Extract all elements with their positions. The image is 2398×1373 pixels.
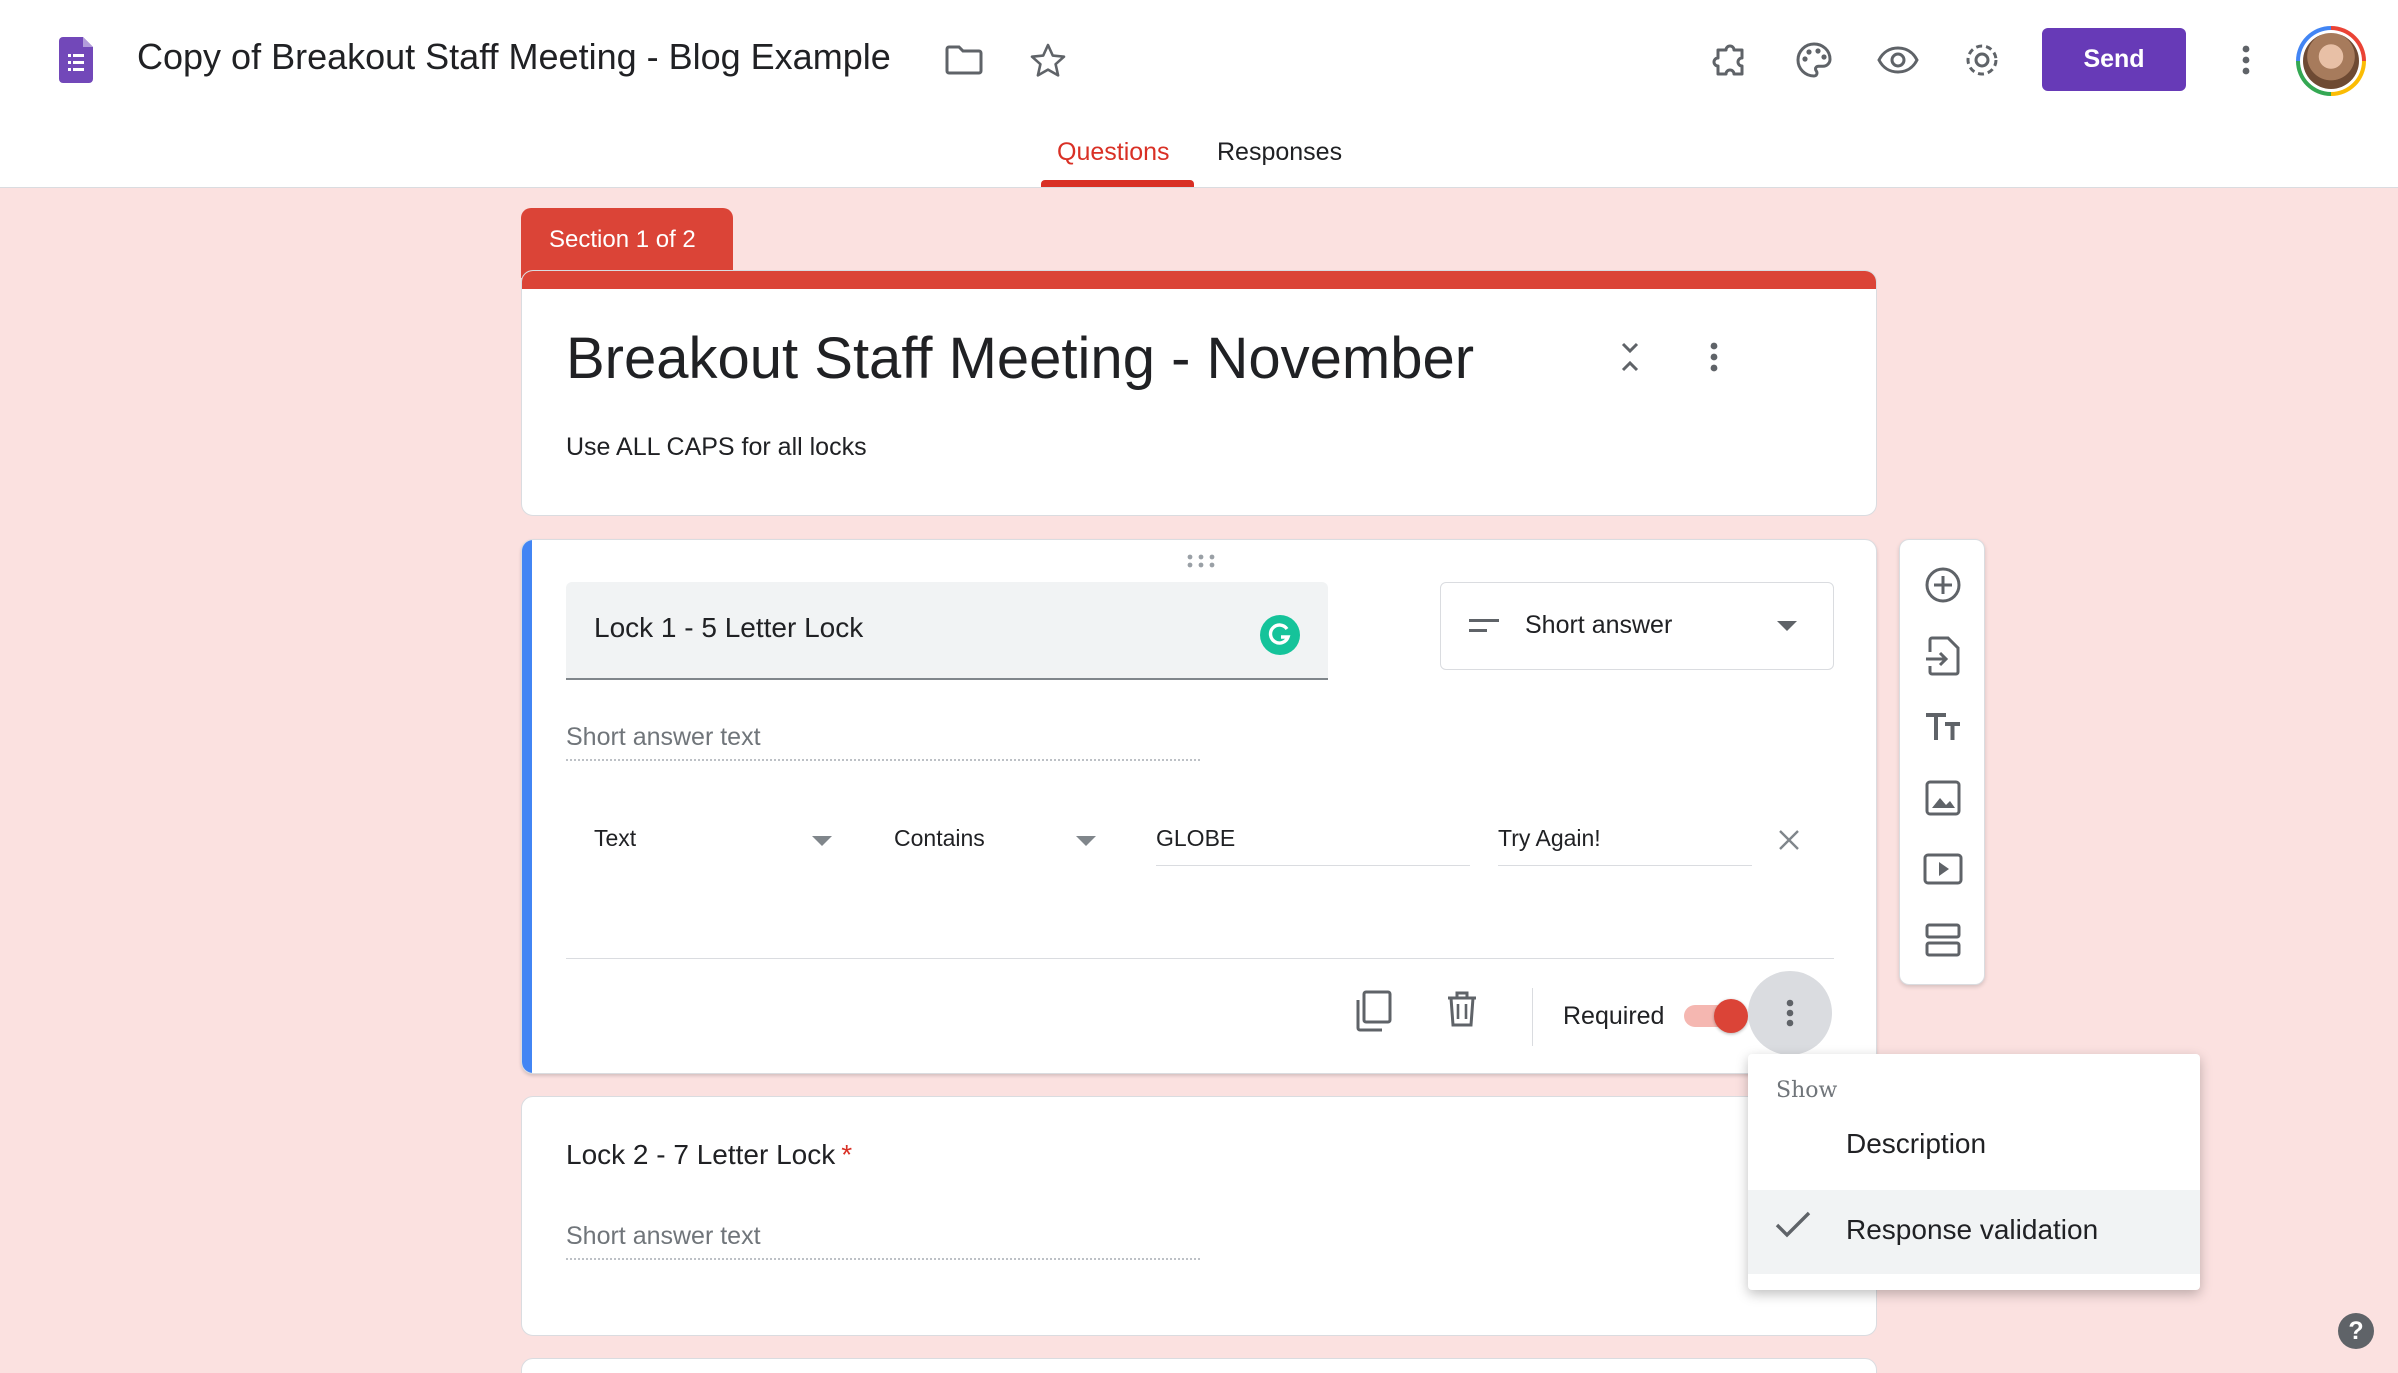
validation-category-select[interactable]: Text (594, 825, 636, 852)
validation-value-underline (1156, 865, 1470, 866)
tab-questions[interactable]: Questions (1057, 138, 1170, 167)
star-icon[interactable] (1018, 30, 1078, 90)
avatar[interactable] (2296, 26, 2366, 96)
section-label: Section 1 of 2 (521, 208, 733, 278)
section-more-icon[interactable] (1684, 327, 1744, 387)
question-type-select[interactable]: Short answer (1440, 582, 1834, 670)
document-title[interactable]: Copy of Breakout Staff Meeting - Blog Ex… (137, 36, 891, 78)
preview-eye-icon[interactable] (1868, 30, 1928, 90)
question-type-label: Short answer (1525, 611, 1673, 639)
question-card-1[interactable]: Lock 1 - 5 Letter Lock Short answer Shor… (521, 539, 1877, 1074)
form-description[interactable]: Use ALL CAPS for all locks (566, 433, 867, 462)
question-title[interactable]: Lock 1 - 5 Letter Lock (594, 612, 863, 644)
more-vert-icon (1786, 999, 1794, 1027)
active-tab-indicator (1041, 180, 1194, 187)
chevron-down-icon (1777, 621, 1797, 631)
question-title[interactable]: Lock 2 - 7 Letter Lock * (566, 1139, 852, 1171)
menu-item-response-validation[interactable]: Response validation (1748, 1190, 2200, 1274)
menu-item-description[interactable]: Description (1748, 1104, 2200, 1188)
form-title-card[interactable]: Breakout Staff Meeting - November Use AL… (521, 270, 1877, 516)
validation-error-underline (1498, 865, 1752, 866)
validation-condition-select[interactable]: Contains (894, 825, 985, 852)
app-header: Copy of Breakout Staff Meeting - Blog Ex… (0, 0, 2398, 188)
side-toolbar (1899, 539, 1985, 985)
add-title-icon[interactable] (1920, 704, 1966, 750)
section-color-bar (522, 271, 1876, 289)
chevron-down-icon[interactable] (812, 836, 832, 846)
add-video-icon[interactable] (1920, 846, 1966, 892)
more-vert-icon[interactable] (2216, 30, 2276, 90)
remove-validation-close-icon[interactable] (1778, 829, 1800, 851)
forms-logo-icon[interactable] (46, 30, 106, 90)
required-label: Required (1563, 1002, 1665, 1030)
menu-header: Show (1776, 1078, 1838, 1103)
validation-error-input[interactable]: Try Again! (1498, 825, 1601, 852)
add-section-icon[interactable] (1920, 917, 1966, 963)
menu-item-label: Description (1846, 1128, 1987, 1159)
question-more-options-button[interactable] (1748, 971, 1832, 1055)
toolbar-separator (1532, 988, 1533, 1046)
collapse-section-icon[interactable] (1600, 327, 1660, 387)
duplicate-icon[interactable] (1354, 990, 1392, 1032)
import-questions-icon[interactable] (1920, 633, 1966, 679)
settings-gear-icon[interactable] (1952, 30, 2012, 90)
add-question-icon[interactable] (1920, 562, 1966, 608)
required-toggle[interactable] (1714, 999, 1748, 1033)
tab-responses[interactable]: Responses (1217, 138, 1342, 167)
short-answer-icon (1469, 617, 1501, 635)
menu-item-label: Response validation (1846, 1214, 2099, 1245)
short-answer-preview: Short answer text (566, 723, 1200, 761)
question-card-3[interactable] (521, 1358, 1877, 1373)
help-icon[interactable]: ? (2338, 1313, 2374, 1349)
checkmark-icon (1774, 1210, 1812, 1240)
question-card-2[interactable]: Lock 2 - 7 Letter Lock * Short answer tex… (521, 1096, 1877, 1336)
question-title-text: Lock 2 - 7 Letter Lock (566, 1139, 836, 1170)
addon-puzzle-icon[interactable] (1700, 30, 1760, 90)
question-footer-divider (566, 958, 1834, 959)
question-title-input[interactable]: Lock 1 - 5 Letter Lock (566, 582, 1328, 680)
active-question-indicator (522, 540, 532, 1073)
drag-handle-icon[interactable] (1186, 554, 1216, 568)
grammarly-icon[interactable] (1260, 615, 1300, 655)
add-image-icon[interactable] (1920, 775, 1966, 821)
form-title[interactable]: Breakout Staff Meeting - November (566, 325, 1474, 392)
short-answer-preview: Short answer text (566, 1222, 1200, 1260)
chevron-down-icon[interactable] (1076, 836, 1096, 846)
palette-icon[interactable] (1784, 30, 1844, 90)
send-button[interactable]: Send (2042, 28, 2186, 91)
required-asterisk: * (841, 1139, 853, 1170)
show-options-menu: Show Description Response validation (1748, 1054, 2200, 1290)
folder-icon[interactable] (934, 30, 994, 90)
validation-value-input[interactable]: GLOBE (1156, 825, 1235, 852)
delete-trash-icon[interactable] (1446, 990, 1478, 1028)
